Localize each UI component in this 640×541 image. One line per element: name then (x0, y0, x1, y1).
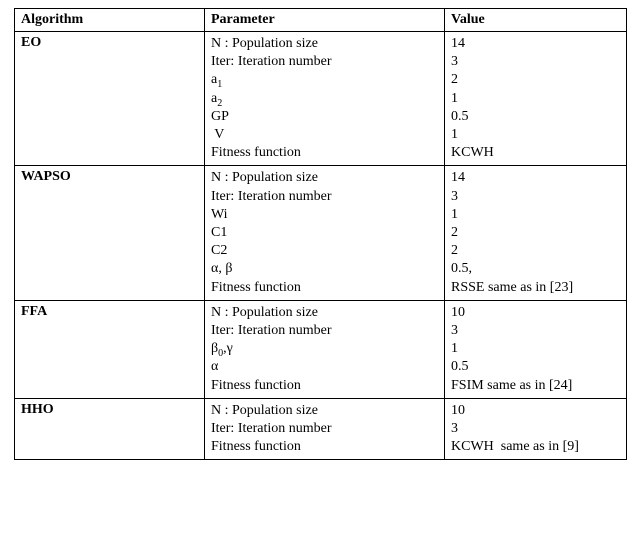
parameter-cell: N : Population sizeIter: Iteration numbe… (205, 300, 445, 398)
value-line: 0.5, (451, 260, 620, 278)
value-line: 0.5 (451, 358, 620, 376)
subscript: 2 (217, 97, 222, 108)
value-line: 0.5 (451, 108, 620, 126)
value-line: 14 (451, 35, 620, 53)
parameter-line: C1 (211, 224, 438, 242)
col-header-value: Value (445, 9, 627, 32)
parameter-line: GP (211, 108, 438, 126)
parameter-line: N : Population size (211, 304, 438, 322)
parameter-cell: N : Population sizeIter: Iteration numbe… (205, 32, 445, 166)
value-line: FSIM same as in [24] (451, 377, 620, 395)
col-header-algorithm: Algorithm (15, 9, 205, 32)
col-header-parameter: Parameter (205, 9, 445, 32)
parameter-line: Fitness function (211, 144, 438, 162)
value-line: 1 (451, 340, 620, 358)
value-line: 2 (451, 242, 620, 260)
value-line: 3 (451, 53, 620, 71)
value-line: 1 (451, 90, 620, 108)
subscript: 1 (217, 79, 222, 90)
parameter-line: V (211, 126, 438, 144)
parameter-line: Iter: Iteration number (211, 53, 438, 71)
parameter-cell: N : Population sizeIter: Iteration numbe… (205, 166, 445, 300)
value-line: 1 (451, 126, 620, 144)
subscript: 0 (218, 348, 223, 359)
value-line: 2 (451, 71, 620, 89)
algorithm-cell: FFA (15, 300, 205, 398)
table-header-row: Algorithm Parameter Value (15, 9, 627, 32)
value-line: KCWH same as in [9] (451, 438, 620, 456)
value-line: 3 (451, 188, 620, 206)
parameters-table: Algorithm Parameter Value EON : Populati… (14, 8, 627, 460)
table-row: WAPSON : Population sizeIter: Iteration … (15, 166, 627, 300)
parameter-line: N : Population size (211, 402, 438, 420)
table-row: HHON : Population sizeIter: Iteration nu… (15, 398, 627, 460)
parameter-line: N : Population size (211, 169, 438, 187)
value-cell: 1431220.5,RSSE same as in [23] (445, 166, 627, 300)
parameter-line: Wi (211, 206, 438, 224)
algorithm-cell: EO (15, 32, 205, 166)
parameter-line: N : Population size (211, 35, 438, 53)
value-line: RSSE same as in [23] (451, 279, 620, 297)
parameter-line: a2 (211, 90, 438, 108)
table-row: EON : Population sizeIter: Iteration num… (15, 32, 627, 166)
value-line: 2 (451, 224, 620, 242)
value-line: 10 (451, 304, 620, 322)
value-line: 1 (451, 206, 620, 224)
value-line: 3 (451, 420, 620, 438)
parameter-line: Iter: Iteration number (211, 322, 438, 340)
value-cell: 10310.5FSIM same as in [24] (445, 300, 627, 398)
value-line: 3 (451, 322, 620, 340)
parameter-line: Iter: Iteration number (211, 188, 438, 206)
parameter-line: a1 (211, 71, 438, 89)
value-cell: 103KCWH same as in [9] (445, 398, 627, 460)
parameter-line: Iter: Iteration number (211, 420, 438, 438)
algorithm-cell: HHO (15, 398, 205, 460)
algorithm-cell: WAPSO (15, 166, 205, 300)
parameter-line: β0,γ (211, 340, 438, 358)
value-line: 14 (451, 169, 620, 187)
table-row: FFAN : Population sizeIter: Iteration nu… (15, 300, 627, 398)
parameter-line: α, β (211, 260, 438, 278)
parameter-line: Fitness function (211, 279, 438, 297)
parameter-line: C2 (211, 242, 438, 260)
parameter-line: α (211, 358, 438, 376)
parameter-line: Fitness function (211, 377, 438, 395)
value-line: KCWH (451, 144, 620, 162)
value-cell: 143210.51KCWH (445, 32, 627, 166)
value-line: 10 (451, 402, 620, 420)
parameter-line: Fitness function (211, 438, 438, 456)
parameter-cell: N : Population sizeIter: Iteration numbe… (205, 398, 445, 460)
